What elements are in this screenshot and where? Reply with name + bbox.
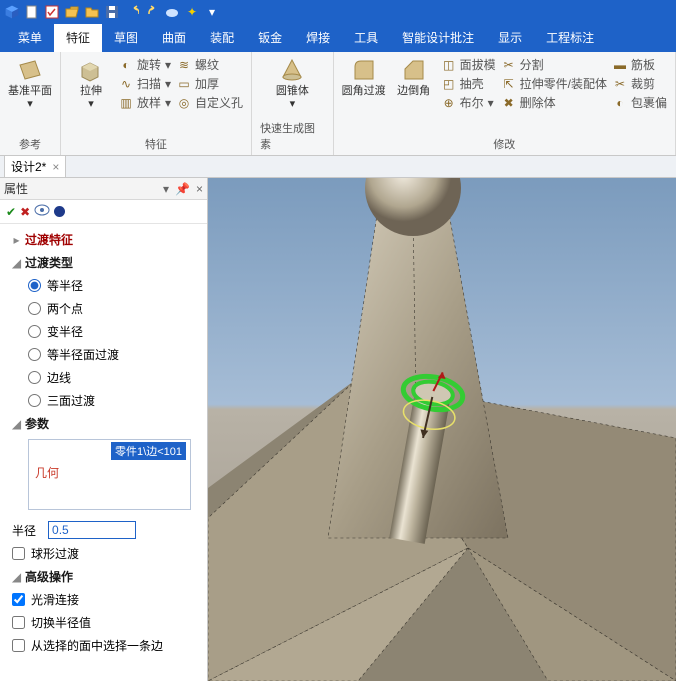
extrude-button[interactable]: 拉伸▾: [69, 56, 113, 110]
title-bar: ✦ ▾: [0, 0, 676, 24]
preview-icon[interactable]: [34, 204, 50, 219]
radio-variable-radius[interactable]: 变半径: [6, 320, 201, 343]
radio-edge[interactable]: 边线: [6, 366, 201, 389]
quick-access-toolbar: ✦ ▾: [4, 4, 220, 20]
tab-menu[interactable]: 菜单: [6, 24, 54, 52]
tab-smart-annotation[interactable]: 智能设计批注: [390, 24, 486, 52]
panel-header: 属性 ▾ 📌 ×: [0, 178, 207, 200]
check-icon[interactable]: [44, 4, 60, 20]
trim-button[interactable]: ✂裁剪: [613, 75, 667, 92]
ok-icon[interactable]: ✔: [6, 205, 16, 219]
fillet-button[interactable]: 圆角过渡: [342, 56, 386, 97]
ribbon: 基准平面▾ 参考 拉伸▾ ◐旋转 ▾ ∿扫描 ▾ ▥放样 ▾ ≋螺纹 ▭加厚 ◎…: [0, 52, 676, 156]
revolve-button[interactable]: ◐旋转 ▾: [119, 56, 171, 73]
dropdown-icon[interactable]: ▾: [163, 182, 169, 196]
split-button[interactable]: ✂分割: [502, 56, 607, 73]
expander-icon[interactable]: ▸: [12, 235, 21, 244]
viewport-3d[interactable]: [208, 178, 676, 681]
pull-part-button[interactable]: ⇱拉伸零件/装配体: [502, 75, 607, 92]
tab-assembly[interactable]: 装配: [198, 24, 246, 52]
tree-root-feature[interactable]: ▸ 过渡特征: [6, 228, 201, 251]
radius-label: 半径: [12, 522, 36, 539]
panel-toolbar: ✔ ✖: [0, 200, 207, 224]
datum-plane-button[interactable]: 基准平面▾: [8, 56, 52, 110]
panel-title: 属性: [4, 180, 28, 197]
boolean-button[interactable]: ⊕布尔 ▾: [442, 94, 496, 111]
ribbon-group-label: 修改: [493, 134, 515, 153]
loft-button[interactable]: ▥放样 ▾: [119, 94, 171, 111]
ribbon-group-quickshape: 圆锥体▾ 快速生成图素: [252, 52, 334, 155]
radio-three-face[interactable]: 三面过渡: [6, 389, 201, 412]
check-select-edge-from-face[interactable]: 从选择的面中选择一条边: [6, 634, 201, 657]
ribbon-tabs: 菜单 特征 草图 曲面 装配 钣金 焊接 工具 智能设计批注 显示 工程标注: [0, 24, 676, 52]
panel-body: ▸ 过渡特征 ◢ 过渡类型 等半径 两个点 变半径 等半径面过渡 边线 三面过渡…: [0, 224, 207, 681]
tab-sheetmetal[interactable]: 钣金: [246, 24, 294, 52]
check-sphere-fillet[interactable]: 球形过渡: [6, 542, 201, 565]
tree-section-type[interactable]: ◢ 过渡类型: [6, 251, 201, 274]
sweep-button[interactable]: ∿扫描 ▾: [119, 75, 171, 92]
tree-section-params[interactable]: ◢ 参数: [6, 412, 201, 435]
folder-icon[interactable]: [84, 4, 100, 20]
cone-button[interactable]: 圆锥体▾: [270, 56, 314, 110]
tab-sketch[interactable]: 草图: [102, 24, 150, 52]
tab-weld[interactable]: 焊接: [294, 24, 342, 52]
check-toggle-radius[interactable]: 切换半径值: [6, 611, 201, 634]
ribbon-group-reference: 基准平面▾ 参考: [0, 52, 61, 155]
cloud-icon[interactable]: [164, 4, 180, 20]
rib-button[interactable]: ▬筋板: [613, 56, 667, 73]
tab-surface[interactable]: 曲面: [150, 24, 198, 52]
tab-tools[interactable]: 工具: [342, 24, 390, 52]
expander-icon[interactable]: ◢: [12, 572, 21, 581]
check-smooth-connect[interactable]: 光滑连接: [6, 588, 201, 611]
open-icon[interactable]: [64, 4, 80, 20]
ribbon-group-feature: 拉伸▾ ◐旋转 ▾ ∿扫描 ▾ ▥放样 ▾ ≋螺纹 ▭加厚 ◎自定义孔 特征: [61, 52, 252, 155]
radio-equal-radius[interactable]: 等半径: [6, 274, 201, 297]
shell-button[interactable]: ◰抽壳: [442, 75, 496, 92]
document-tab[interactable]: 设计2* ×: [4, 155, 66, 177]
main-area: 属性 ▾ 📌 × ✔ ✖ ▸ 过渡特征 ◢ 过渡类型 等半径 两个点 变半: [0, 178, 676, 681]
ribbon-group-label: 快速生成图素: [260, 118, 325, 153]
geometry-label: 几何: [35, 464, 184, 481]
wrap-button[interactable]: ◐包裹偏: [613, 94, 667, 111]
tab-display[interactable]: 显示: [486, 24, 534, 52]
geometry-selection-box[interactable]: 零件1\边<101 几何: [28, 439, 191, 510]
color-dot-icon[interactable]: [54, 206, 65, 217]
chamfer-button[interactable]: 边倒角: [392, 56, 436, 97]
star-icon[interactable]: ✦: [184, 4, 200, 20]
document-tab-label: 设计2*: [11, 158, 46, 175]
save-icon[interactable]: [104, 4, 120, 20]
cancel-icon[interactable]: ✖: [20, 205, 30, 219]
radius-row: 半径: [6, 518, 201, 542]
document-tabs: 设计2* ×: [0, 156, 676, 178]
thicken-button[interactable]: ▭加厚: [177, 75, 243, 92]
radio-equal-radius-face[interactable]: 等半径面过渡: [6, 343, 201, 366]
close-icon[interactable]: ×: [52, 160, 59, 174]
dropdown-icon[interactable]: ▾: [204, 4, 220, 20]
expander-icon[interactable]: ◢: [12, 419, 21, 428]
radio-two-points[interactable]: 两个点: [6, 297, 201, 320]
close-icon[interactable]: ×: [196, 182, 203, 196]
thread-button[interactable]: ≋螺纹: [177, 56, 243, 73]
custom-hole-button[interactable]: ◎自定义孔: [177, 94, 243, 111]
pin-icon[interactable]: 📌: [175, 182, 190, 196]
new-icon[interactable]: [24, 4, 40, 20]
selection-chip[interactable]: 零件1\边<101: [111, 442, 186, 460]
tab-drawing-annotation[interactable]: 工程标注: [534, 24, 606, 52]
ribbon-group-label: 特征: [145, 134, 167, 153]
tab-feature[interactable]: 特征: [54, 24, 102, 52]
ribbon-group-label: 参考: [19, 134, 41, 153]
app-icon: [4, 4, 20, 20]
draft-button[interactable]: ◫面拔模: [442, 56, 496, 73]
property-panel: 属性 ▾ 📌 × ✔ ✖ ▸ 过渡特征 ◢ 过渡类型 等半径 两个点 变半: [0, 178, 208, 681]
undo-icon[interactable]: [124, 4, 140, 20]
ribbon-group-modify: 圆角过渡 边倒角 ◫面拔模 ◰抽壳 ⊕布尔 ▾ ✂分割 ⇱拉伸零件/装配体 ✖删…: [334, 52, 676, 155]
radius-input[interactable]: [48, 521, 136, 539]
redo-icon[interactable]: [144, 4, 160, 20]
expander-icon[interactable]: ◢: [12, 258, 21, 267]
delete-body-button[interactable]: ✖删除体: [502, 94, 607, 111]
tree-section-advanced[interactable]: ◢ 高级操作: [6, 565, 201, 588]
